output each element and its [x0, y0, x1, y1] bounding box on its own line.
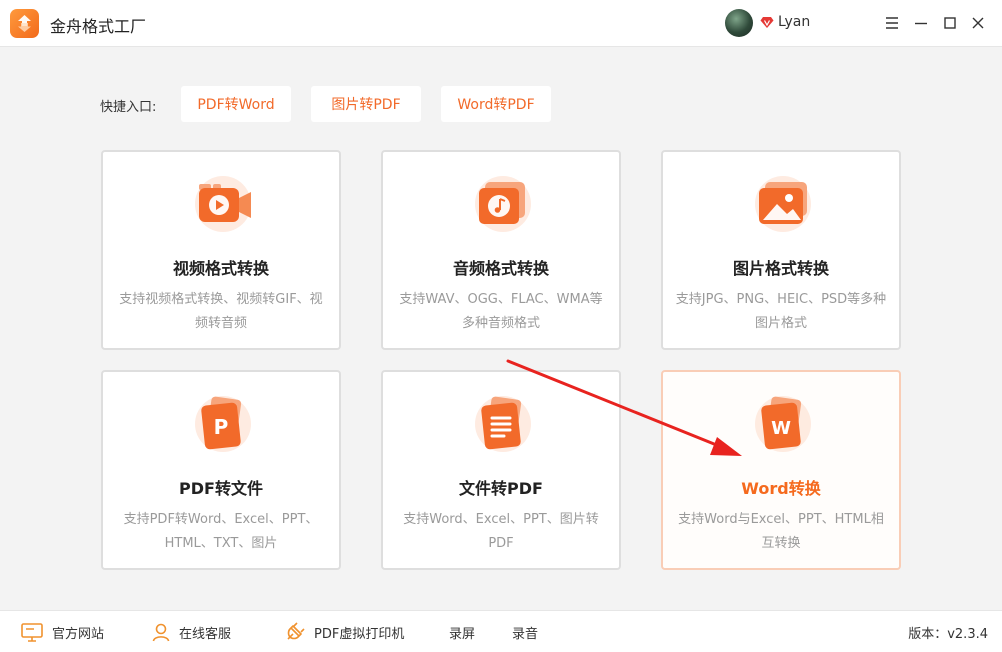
pdf-printer-link[interactable]: PDF虚拟打印机	[284, 611, 404, 652]
printer-label: PDF虚拟打印机	[314, 626, 405, 642]
card-description: 支持视频格式转换、视频转GIF、视频转音频	[119, 292, 323, 331]
record-screen-link[interactable]: 录屏	[449, 611, 475, 652]
card-pdf-to-file[interactable]: P PDF转文件 支持PDF转Word、Excel、PPT、HTML、TXT、图…	[101, 370, 341, 570]
card-title: 音频格式转换	[452, 259, 549, 278]
svg-text:P: P	[214, 415, 229, 439]
minimize-icon[interactable]	[911, 13, 931, 33]
card-description: 支持Word、Excel、PPT、图片转PDF	[403, 512, 599, 551]
version-label: 版本：v2.3.4	[908, 627, 988, 642]
service-label: 在线客服	[179, 626, 232, 642]
image-icon	[755, 176, 811, 232]
record-audio-label: 录音	[512, 626, 539, 642]
bottom-bar: 官方网站 在线客服 PDF虚拟打印机 录屏 录音 版本：v2.3.4	[0, 610, 1002, 652]
user-icon	[152, 623, 170, 642]
music-icon	[475, 176, 531, 232]
website-label: 官方网站	[52, 626, 105, 642]
quick-entry-label: 快捷入口:	[100, 100, 157, 115]
plug-icon	[287, 622, 305, 640]
record-screen-label: 录屏	[449, 626, 476, 642]
title-bar: 金舟格式工厂 Lyan	[0, 0, 1002, 47]
video-icon	[195, 176, 251, 232]
card-description: 支持WAV、OGG、FLAC、WMA等多种音频格式	[399, 292, 603, 331]
app-logo-icon	[10, 9, 39, 38]
quick-word-to-pdf-button[interactable]: Word转PDF	[441, 86, 551, 122]
card-title: Word转换	[741, 479, 821, 498]
card-description: 支持Word与Excel、PPT、HTML相互转换	[678, 512, 884, 551]
online-service-link[interactable]: 在线客服	[151, 611, 231, 652]
username[interactable]: Lyan	[778, 14, 810, 30]
document-icon	[475, 396, 531, 452]
maximize-icon[interactable]	[940, 13, 960, 33]
svg-text:W: W	[771, 418, 791, 439]
close-icon[interactable]	[968, 13, 988, 33]
ppt-icon: P	[195, 396, 251, 452]
card-title: 图片格式转换	[732, 259, 829, 278]
record-audio-link[interactable]: 录音	[512, 611, 538, 652]
card-title: 文件转PDF	[459, 479, 543, 498]
vip-diamond-icon	[760, 17, 774, 28]
app-title: 金舟格式工厂	[50, 17, 147, 36]
card-description: 支持PDF转Word、Excel、PPT、HTML、TXT、图片	[123, 512, 319, 551]
quick-pdf-to-word-button[interactable]: PDF转Word	[181, 86, 291, 122]
card-video-convert[interactable]: 视频格式转换 支持视频格式转换、视频转GIF、视频转音频	[101, 150, 341, 350]
card-word-convert[interactable]: W Word转换 支持Word与Excel、PPT、HTML相互转换	[661, 370, 901, 570]
card-audio-convert[interactable]: 音频格式转换 支持WAV、OGG、FLAC、WMA等多种音频格式	[381, 150, 621, 350]
word-icon: W	[755, 396, 811, 452]
website-link[interactable]: 官方网站	[20, 611, 104, 652]
menu-icon[interactable]	[882, 13, 902, 33]
quick-image-to-pdf-button[interactable]: 图片转PDF	[311, 86, 421, 122]
card-file-to-pdf[interactable]: 文件转PDF 支持Word、Excel、PPT、图片转PDF	[381, 370, 621, 570]
card-title: PDF转文件	[179, 479, 263, 498]
avatar[interactable]	[725, 9, 753, 37]
card-image-convert[interactable]: 图片格式转换 支持JPG、PNG、HEIC、PSD等多种图片格式	[661, 150, 901, 350]
monitor-icon	[21, 623, 43, 642]
card-description: 支持JPG、PNG、HEIC、PSD等多种图片格式	[675, 292, 887, 331]
card-title: 视频格式转换	[172, 259, 269, 278]
